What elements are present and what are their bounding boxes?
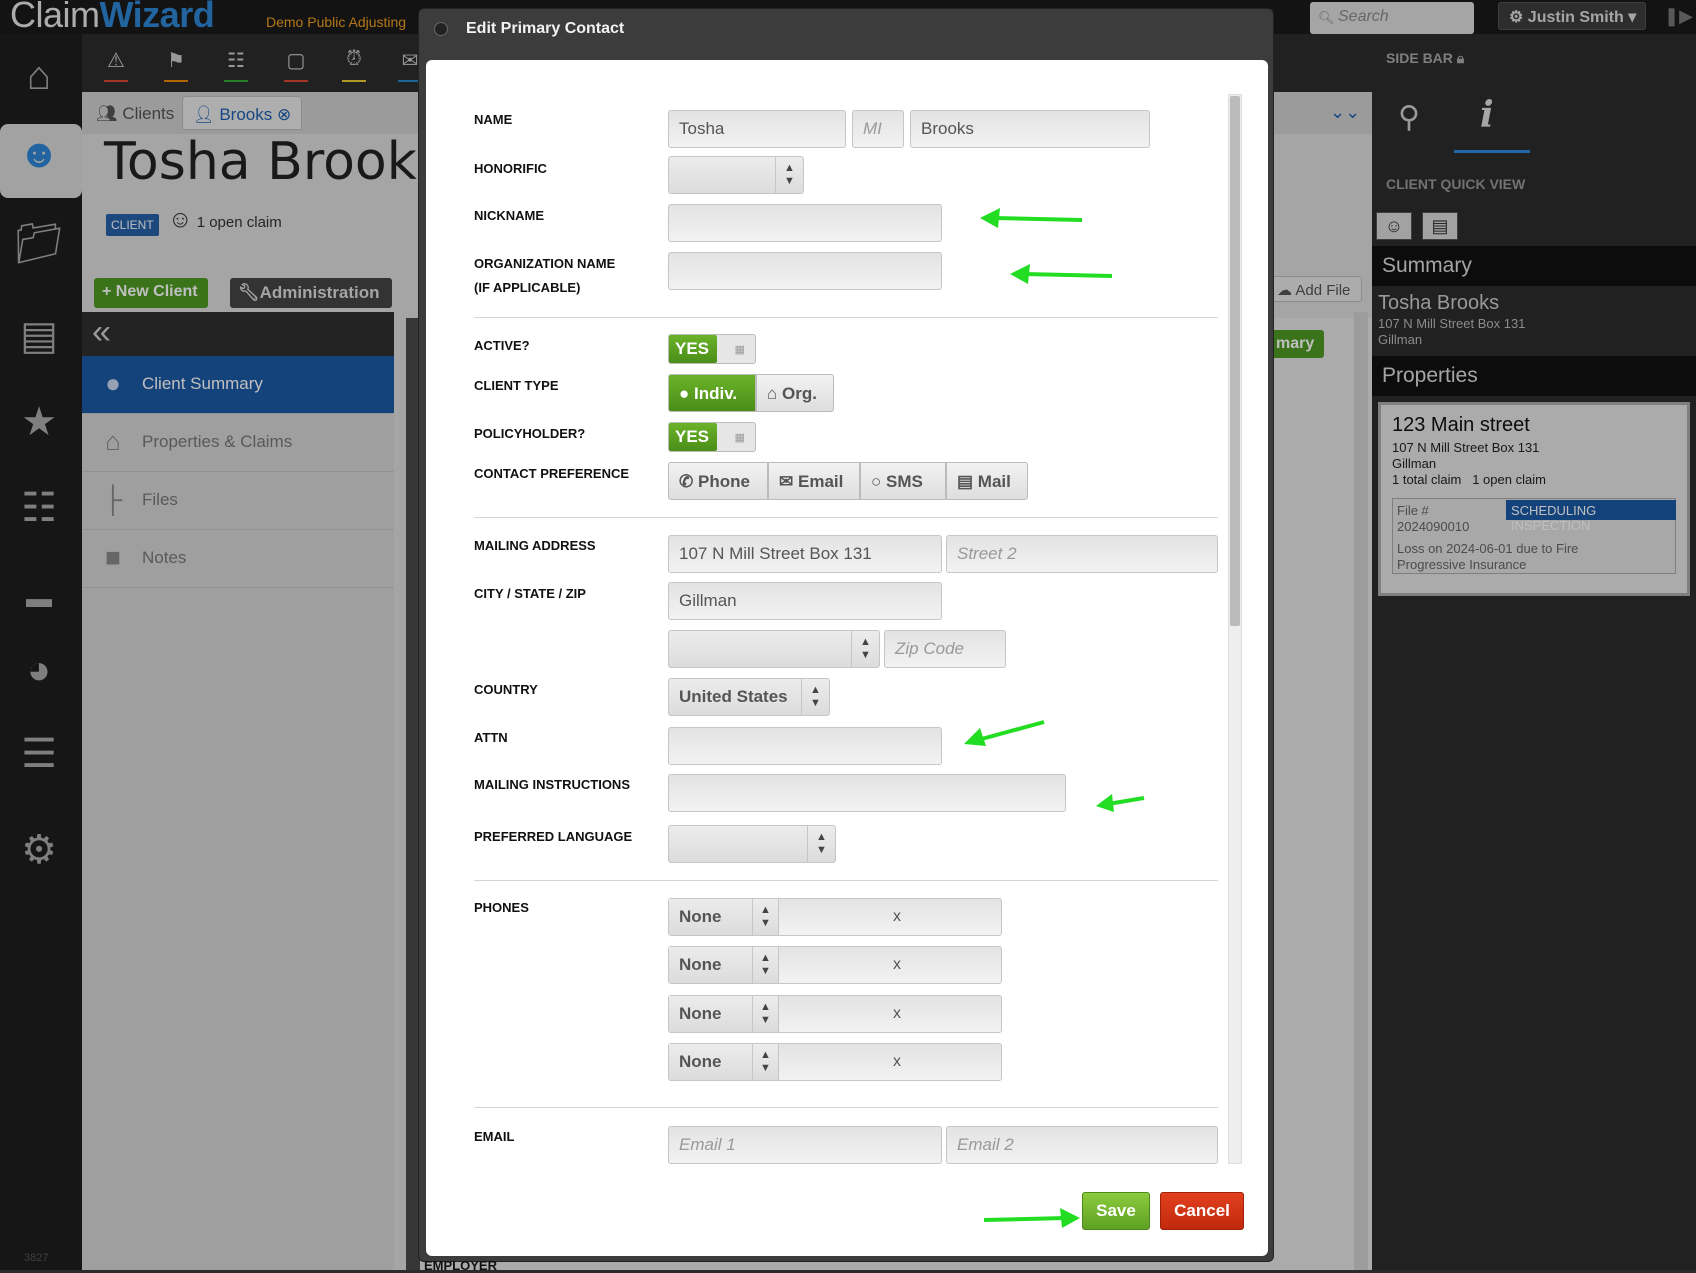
label-nickname: NICKNAME (474, 208, 545, 223)
label-mailing-instructions: MAILING INSTRUCTIONS (474, 777, 630, 792)
honorific-select[interactable]: ▲ ▼ (668, 156, 804, 194)
phone-row[interactable]: None ▲ ▼ x (668, 946, 1002, 984)
select-arrows-icon: ▲ ▼ (807, 826, 835, 862)
envelope-icon: ✉ (779, 472, 794, 491)
label-employer: EMPLOYER (424, 1258, 497, 1273)
mailbox-icon: ▤ (957, 472, 974, 491)
preferred-language-select[interactable]: ▲ ▼ (668, 825, 836, 863)
label-contact-preference: CONTACT PREFERENCE (474, 466, 630, 481)
divider (474, 1107, 1218, 1108)
last-name-input[interactable]: Brooks (910, 110, 1150, 148)
house-icon: ⌂ (767, 384, 778, 403)
divider (474, 317, 1218, 318)
email2-input[interactable]: Email 2 (946, 1126, 1218, 1164)
email1-input[interactable]: Email 1 (668, 1126, 942, 1164)
phone-type-select[interactable]: None ▲ ▼ (669, 1044, 779, 1080)
select-arrows-icon: ▲ ▼ (801, 679, 829, 715)
phone-icon: ✆ (679, 472, 694, 491)
phone-type-select[interactable]: None ▲ ▼ (669, 947, 779, 983)
modal-title: Edit Primary Contact (466, 20, 625, 37)
select-arrows-icon: ▲ ▼ (775, 157, 803, 193)
label-preferred-language: PREFERRED LANGUAGE (474, 829, 633, 844)
chat-icon: ○ (871, 472, 882, 491)
modal-close-icon[interactable] (434, 22, 448, 36)
active-toggle[interactable]: YES ▦ (668, 334, 756, 364)
label-email: EMAIL (474, 1129, 515, 1144)
client-type-individual[interactable]: ● Indiv. (668, 374, 756, 412)
annotation-arrow (964, 720, 1045, 746)
label-phones: PHONES (474, 900, 529, 915)
label-honorific: HONORIFIC (474, 161, 547, 176)
divider (474, 880, 1218, 881)
organization-name-input[interactable] (668, 252, 942, 290)
cancel-button[interactable]: Cancel (1160, 1192, 1244, 1230)
phone-extension[interactable]: x (893, 956, 901, 974)
select-arrows-icon: ▲ ▼ (851, 631, 879, 667)
phone-row[interactable]: None ▲ ▼ x (668, 995, 1002, 1033)
attn-input[interactable] (668, 727, 942, 765)
annotation-arrow (1096, 794, 1145, 812)
phone-row[interactable]: None ▲ ▼ x (668, 898, 1002, 936)
label-name: NAME (474, 112, 513, 127)
contact-pref-sms[interactable]: ○ SMS (860, 462, 946, 500)
phone-type-select[interactable]: None ▲ ▼ (669, 996, 779, 1032)
phone-type-select[interactable]: None ▲ ▼ (669, 899, 779, 935)
contact-pref-mail[interactable]: ▤ Mail (946, 462, 1028, 500)
label-mailing-address: MAILING ADDRESS (474, 538, 596, 553)
state-select[interactable]: ▲ ▼ (668, 630, 880, 668)
label-city-state-zip: CITY / STATE / ZIP (474, 586, 586, 601)
first-name-input[interactable]: Tosha (668, 110, 846, 148)
mailing-instructions-input[interactable] (668, 774, 1066, 812)
label-policyholder: POLICYHOLDER? (474, 426, 586, 441)
client-type-organization[interactable]: ⌂ Org. (756, 374, 834, 412)
modal-scrollbar-thumb[interactable] (1230, 96, 1240, 626)
label-org-name: ORGANIZATION NAME (IF APPLICABLE) (474, 256, 616, 295)
street2-input[interactable]: Street 2 (946, 535, 1218, 573)
annotation-arrow (1010, 264, 1113, 284)
phone-extension[interactable]: x (893, 908, 901, 926)
person-icon: ● (679, 384, 690, 403)
annotation-arrow (980, 208, 1083, 228)
zip-input[interactable]: Zip Code (884, 630, 1006, 668)
divider (474, 517, 1218, 518)
country-select[interactable]: United States ▲ ▼ (668, 678, 830, 716)
save-button[interactable]: Save (1082, 1192, 1150, 1230)
label-country: COUNTRY (474, 682, 538, 697)
contact-pref-phone[interactable]: ✆ Phone (668, 462, 768, 500)
phone-extension[interactable]: x (893, 1005, 901, 1023)
nickname-input[interactable] (668, 204, 942, 242)
phone-row[interactable]: None ▲ ▼ x (668, 1043, 1002, 1081)
label-attn: ATTN (474, 730, 508, 745)
middle-initial-input[interactable]: MI (852, 110, 904, 148)
street1-input[interactable]: 107 N Mill Street Box 131 (668, 535, 942, 573)
contact-pref-email[interactable]: ✉ Email (768, 462, 860, 500)
phone-extension[interactable]: x (893, 1053, 901, 1071)
city-input[interactable]: Gillman (668, 582, 942, 620)
label-client-type: CLIENT TYPE (474, 378, 559, 393)
label-active: ACTIVE? (474, 338, 530, 353)
policyholder-toggle[interactable]: YES ▦ (668, 422, 756, 452)
annotation-arrow (983, 1208, 1080, 1228)
